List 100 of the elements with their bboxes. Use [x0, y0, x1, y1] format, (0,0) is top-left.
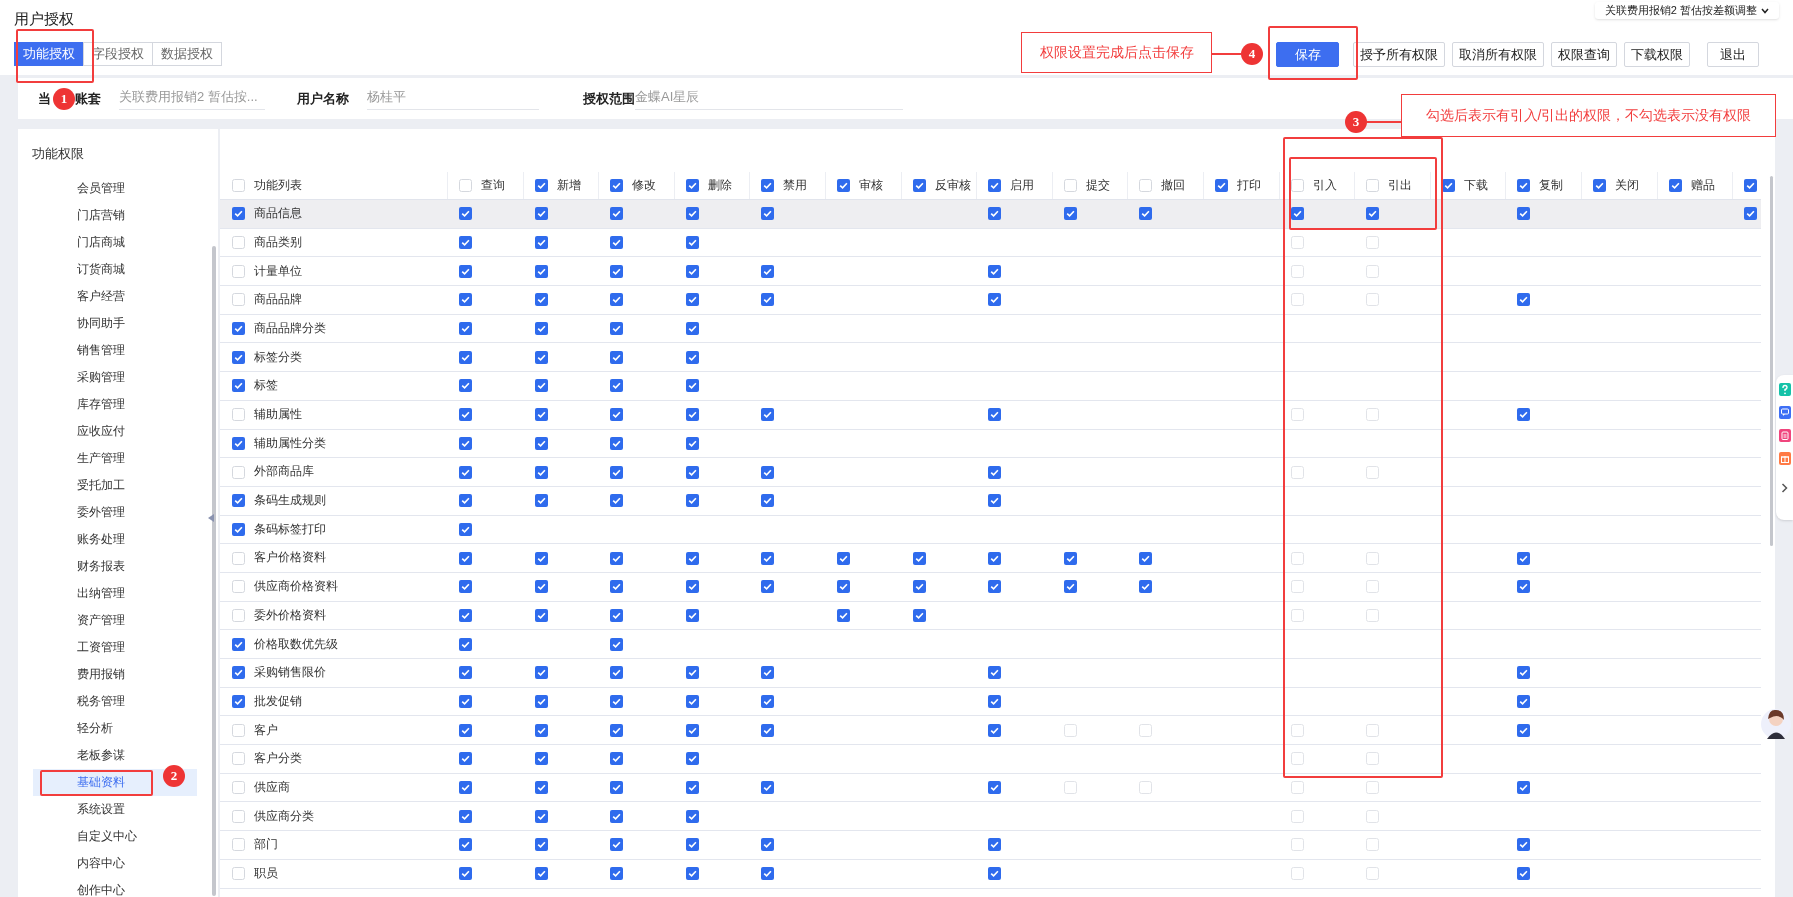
checkbox[interactable]	[1517, 723, 1531, 737]
checkbox[interactable]	[685, 666, 699, 680]
checkbox[interactable]	[459, 236, 472, 250]
checkbox[interactable]	[459, 494, 472, 508]
checkbox[interactable]	[836, 608, 850, 622]
checkbox[interactable]	[988, 207, 1002, 221]
checkbox[interactable]	[459, 436, 472, 450]
checkbox[interactable]	[610, 781, 624, 795]
checkbox[interactable]	[761, 207, 775, 221]
sidebar-item[interactable]: 应收应付	[33, 418, 197, 445]
gift-icon[interactable]	[1778, 452, 1791, 465]
sidebar-item[interactable]: 采购管理	[33, 364, 197, 391]
checkbox[interactable]	[761, 179, 775, 192]
checkbox[interactable]	[1290, 293, 1304, 307]
checkbox[interactable]	[610, 752, 624, 766]
checkbox[interactable]	[988, 838, 1002, 852]
checkbox[interactable]	[1139, 207, 1153, 221]
checkbox[interactable]	[761, 293, 775, 307]
checkbox[interactable]	[459, 522, 472, 536]
checkbox[interactable]	[988, 179, 1002, 192]
checkbox[interactable]	[761, 838, 775, 852]
checkbox[interactable]	[685, 723, 699, 737]
checkbox[interactable]	[1063, 207, 1077, 221]
checkbox[interactable]	[1517, 838, 1531, 852]
checkbox[interactable]	[761, 867, 775, 881]
checkbox[interactable]	[1290, 867, 1304, 881]
checkbox[interactable]	[232, 436, 245, 450]
checkbox[interactable]	[610, 723, 624, 737]
checkbox[interactable]	[459, 179, 472, 192]
checkbox[interactable]	[1366, 465, 1380, 479]
checkbox[interactable]	[534, 838, 548, 852]
checkbox[interactable]	[232, 781, 245, 795]
toolbar-button[interactable]: 保存	[1276, 42, 1339, 67]
sidebar-item[interactable]: 订货商城	[33, 256, 197, 283]
checkbox[interactable]	[534, 752, 548, 766]
checkbox[interactable]	[988, 723, 1002, 737]
checkbox[interactable]	[534, 264, 548, 278]
checkbox[interactable]	[534, 379, 548, 393]
checkbox[interactable]	[459, 551, 472, 565]
checkbox[interactable]	[534, 809, 548, 823]
checkbox[interactable]	[988, 580, 1002, 594]
checkbox[interactable]	[988, 551, 1002, 565]
checkbox[interactable]	[1290, 809, 1304, 823]
checkbox[interactable]	[459, 264, 472, 278]
chevron-right-icon[interactable]	[1781, 483, 1788, 493]
checkbox[interactable]	[761, 264, 775, 278]
sidebar-item[interactable]: 账务处理	[33, 526, 197, 553]
sidebar-item[interactable]: 财务报表	[33, 553, 197, 580]
checkbox[interactable]	[1366, 752, 1380, 766]
checkbox[interactable]	[1290, 264, 1304, 278]
sidebar-item[interactable]: 会员管理	[33, 175, 197, 202]
checkbox[interactable]	[1063, 723, 1077, 737]
checkbox[interactable]	[459, 322, 472, 336]
checkbox[interactable]	[232, 379, 245, 393]
checkbox[interactable]	[1366, 264, 1380, 278]
checkbox[interactable]	[610, 695, 624, 709]
checkbox[interactable]	[1139, 179, 1153, 192]
checkbox[interactable]	[685, 350, 699, 364]
checkbox[interactable]	[534, 179, 548, 192]
checkbox[interactable]	[1366, 723, 1380, 737]
checkbox[interactable]	[761, 580, 775, 594]
checkbox[interactable]	[1366, 207, 1380, 221]
checkbox[interactable]	[610, 580, 624, 594]
checkbox[interactable]	[988, 781, 1002, 795]
checkbox[interactable]	[761, 551, 775, 565]
checkbox[interactable]	[610, 809, 624, 823]
checkbox[interactable]	[610, 666, 624, 680]
checkbox[interactable]	[610, 608, 624, 622]
checkbox[interactable]	[1063, 179, 1077, 192]
checkbox[interactable]	[685, 465, 699, 479]
checkbox[interactable]	[1366, 293, 1380, 307]
checkbox[interactable]	[685, 608, 699, 622]
checkbox[interactable]	[1063, 781, 1077, 795]
sidebar-item[interactable]: 客户经营	[33, 283, 197, 310]
checkbox[interactable]	[685, 494, 699, 508]
checkbox[interactable]	[232, 809, 245, 823]
checkbox[interactable]	[1366, 580, 1380, 594]
checkbox[interactable]	[761, 666, 775, 680]
sidebar-item[interactable]: 费用报销	[33, 661, 197, 688]
checkbox[interactable]	[1517, 179, 1531, 192]
checkbox[interactable]	[1139, 551, 1153, 565]
checkbox[interactable]	[685, 207, 699, 221]
checkbox[interactable]	[912, 608, 926, 622]
checkbox[interactable]	[685, 809, 699, 823]
checkbox[interactable]	[988, 465, 1002, 479]
checkbox[interactable]	[534, 580, 548, 594]
checkbox[interactable]	[1063, 580, 1077, 594]
checkbox[interactable]	[685, 179, 699, 192]
checkbox[interactable]	[232, 838, 245, 852]
sidebar-item[interactable]: 库存管理	[33, 391, 197, 418]
checkbox[interactable]	[534, 608, 548, 622]
checkbox[interactable]	[534, 781, 548, 795]
sidebar-item[interactable]: 工资管理	[33, 634, 197, 661]
sidebar-item[interactable]: 内容中心	[33, 850, 197, 877]
toolbar-button[interactable]: 授予所有权限	[1353, 42, 1445, 67]
checkbox[interactable]	[1517, 695, 1531, 709]
checkbox[interactable]	[761, 465, 775, 479]
checkbox[interactable]	[685, 379, 699, 393]
checkbox[interactable]	[459, 408, 472, 422]
checkbox[interactable]	[534, 551, 548, 565]
